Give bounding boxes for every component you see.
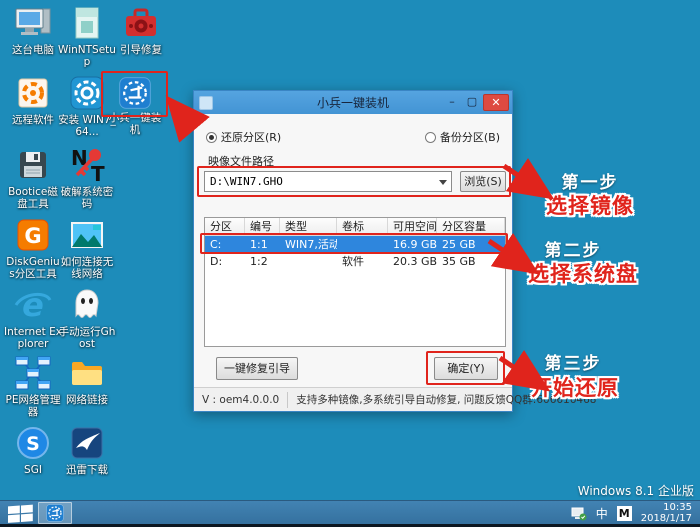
clock-date: 2018/1/17 bbox=[640, 513, 692, 524]
computer-icon bbox=[13, 3, 53, 43]
svg-text:e: e bbox=[22, 286, 44, 324]
svg-text:S: S bbox=[26, 433, 40, 455]
chevron-down-icon[interactable] bbox=[439, 180, 447, 185]
radio-unselected-icon bbox=[424, 132, 436, 143]
thunder-bird-icon bbox=[67, 423, 107, 463]
desktop: 这台电脑 远程软件 Bootice磁盘工具 G DiskGenius分区工具 e… bbox=[0, 0, 700, 527]
desktop-icon-wireless-guide[interactable]: 如何连接无线网络 bbox=[58, 215, 116, 280]
floppy-disk-icon bbox=[13, 145, 53, 185]
dialog-titlebar[interactable]: 小兵一键装机 – ▢ ✕ bbox=[194, 91, 512, 114]
desktop-icon-diskgenius[interactable]: G DiskGenius分区工具 bbox=[4, 215, 62, 280]
winntsetup-icon bbox=[67, 3, 107, 43]
svg-text:G: G bbox=[24, 224, 41, 248]
desktop-icon-bootice[interactable]: Bootice磁盘工具 bbox=[4, 145, 62, 210]
icon-label: 网络链接 bbox=[66, 394, 108, 406]
desktop-icon-sgi[interactable]: S SGI bbox=[4, 423, 62, 476]
icon-label: 小兵一键装机 bbox=[108, 112, 162, 136]
desktop-icon-xiaobing-installer[interactable]: 小兵一键装机 bbox=[106, 75, 164, 136]
taskbar-app-xiaobing[interactable] bbox=[38, 502, 72, 524]
table-header-row: 分区 编号 类型 卷标 可用空间 分区容量 bbox=[205, 218, 505, 236]
image-path-label: 映像文件路径 bbox=[208, 155, 274, 168]
windows-version-label: Windows 8.1 企业版 bbox=[577, 484, 694, 498]
ime-language-indicator[interactable]: 中 bbox=[596, 505, 608, 522]
radio-backup-partition[interactable]: 备份分区(B) bbox=[424, 129, 500, 145]
desktop-icon-network-link[interactable]: 网络链接 bbox=[58, 353, 116, 406]
ime-mode-indicator[interactable]: M bbox=[616, 505, 632, 521]
minimize-button[interactable]: – bbox=[443, 95, 461, 111]
folder-icon bbox=[67, 353, 107, 393]
desktop-icon-pe-network-manager[interactable]: PE网络管理器 bbox=[4, 353, 62, 418]
step3-title: 第三步 bbox=[544, 354, 602, 374]
col-free-space[interactable]: 可用空间 bbox=[388, 218, 437, 235]
desktop-icon-remote-software[interactable]: 远程软件 bbox=[4, 73, 62, 126]
system-tray: 中 M 10:35 2018/1/17 bbox=[571, 501, 696, 525]
internet-explorer-icon: e bbox=[13, 285, 53, 325]
svg-text:T: T bbox=[91, 162, 105, 185]
ghost-icon bbox=[67, 285, 107, 325]
start-button[interactable] bbox=[8, 504, 34, 523]
icon-label: 破解系统密码 bbox=[60, 186, 114, 210]
icon-label: Internet Explorer bbox=[4, 326, 62, 350]
icon-label: PE网络管理器 bbox=[5, 394, 61, 418]
network-diagram-icon bbox=[13, 353, 53, 393]
radio-restore-partition[interactable]: 还原分区(R) bbox=[206, 131, 281, 144]
toolbox-icon bbox=[121, 3, 161, 43]
arrow-to-icon bbox=[165, 95, 210, 143]
version-label: V : oem4.0.0.0 bbox=[194, 391, 289, 408]
photo-icon bbox=[67, 215, 107, 255]
network-tray-icon[interactable] bbox=[571, 506, 587, 521]
ok-button[interactable]: 确定(Y) bbox=[434, 357, 498, 380]
desktop-icon-ghost[interactable]: 手动运行Ghost bbox=[58, 285, 116, 350]
desktop-icon-thunder[interactable]: 迅雷下载 bbox=[58, 423, 116, 476]
icon-label: SGI bbox=[24, 464, 42, 476]
icon-label: WinNTSetup bbox=[58, 44, 116, 68]
col-capacity[interactable]: 分区容量 bbox=[437, 218, 505, 235]
remote-software-icon bbox=[13, 73, 53, 113]
step1-subtitle: 选择镜像 bbox=[546, 194, 634, 218]
col-volume-label[interactable]: 卷标 bbox=[337, 218, 388, 235]
taskbar: 中 M 10:35 2018/1/17 bbox=[0, 500, 700, 524]
install-gear-icon bbox=[67, 73, 107, 113]
icon-label: 手动运行Ghost bbox=[58, 326, 116, 350]
xiaobing-logo-icon bbox=[117, 75, 153, 111]
sgi-icon: S bbox=[13, 423, 53, 463]
icon-label: Bootice磁盘工具 bbox=[8, 186, 58, 210]
step2-subtitle: 选择系统盘 bbox=[528, 262, 638, 286]
icon-label: 如何连接无线网络 bbox=[60, 256, 114, 280]
table-row-d-drive[interactable]: D: 1:2 软件 20.3 GB 35 GB bbox=[205, 253, 505, 270]
diskgenius-icon: G bbox=[13, 215, 53, 255]
col-type[interactable]: 类型 bbox=[280, 218, 337, 235]
desktop-icon-internet-explorer[interactable]: e Internet Explorer bbox=[4, 285, 62, 350]
dialog-statusbar: V : oem4.0.0.0 支持多种镜像,多系统引导自动修复, 问题反馈QQ群… bbox=[194, 387, 596, 411]
desktop-icon-this-pc[interactable]: 这台电脑 bbox=[4, 3, 62, 56]
taskbar-clock[interactable]: 10:35 2018/1/17 bbox=[641, 502, 696, 524]
table-row-c-drive[interactable]: C: 1:1 WIN7,活动 16.9 GB 25 GB bbox=[205, 236, 505, 253]
radio-backup-label: 备份分区(B) bbox=[439, 131, 500, 144]
col-partition[interactable]: 分区 bbox=[205, 218, 245, 235]
browse-button[interactable]: 浏览(S) bbox=[460, 171, 506, 192]
icon-label: 引导修复 bbox=[120, 44, 162, 56]
icon-label: DiskGenius分区工具 bbox=[6, 256, 60, 280]
step3-subtitle: 开始还原 bbox=[531, 376, 619, 400]
desktop-icon-winntsetup[interactable]: WinNTSetup bbox=[58, 3, 116, 68]
radio-restore-label: 还原分区(R) bbox=[221, 131, 282, 144]
nt-key-icon: N T bbox=[67, 145, 107, 185]
partition-table: 分区 编号 类型 卷标 可用空间 分区容量 C: 1:1 WIN7,活动 16.… bbox=[204, 217, 506, 347]
image-path-combobox[interactable]: D:\WIN7.GHO bbox=[204, 171, 452, 192]
repair-boot-button[interactable]: 一键修复引导 bbox=[216, 357, 298, 380]
desktop-icon-boot-repair[interactable]: 引导修复 bbox=[112, 3, 170, 56]
installer-dialog: 小兵一键装机 – ▢ ✕ 还原分区(R) 备份分区(B) 映像文件路径 D:\W… bbox=[193, 90, 596, 412]
image-path-value: D:\WIN7.GHO bbox=[210, 175, 283, 188]
close-button[interactable]: ✕ bbox=[483, 94, 509, 111]
icon-label: 远程软件 bbox=[12, 114, 54, 126]
maximize-button[interactable]: ▢ bbox=[463, 95, 481, 111]
radio-selected-icon bbox=[206, 132, 217, 143]
desktop-icon-crack-password[interactable]: N T 破解系统密码 bbox=[58, 145, 116, 210]
col-number[interactable]: 编号 bbox=[245, 218, 280, 235]
clock-time: 10:35 bbox=[663, 502, 692, 513]
icon-label: 迅雷下载 bbox=[66, 464, 108, 476]
icon-label: 这台电脑 bbox=[12, 44, 54, 56]
